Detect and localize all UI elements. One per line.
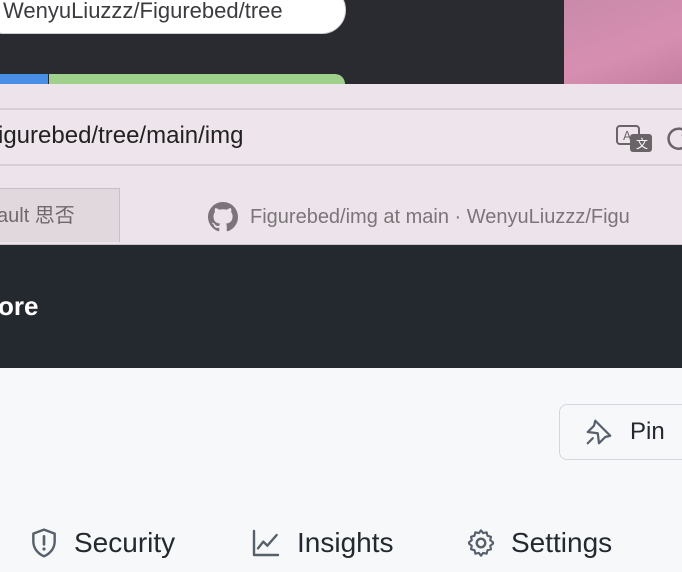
tab-insights-label: Insights [297, 527, 394, 558]
pin-icon [586, 419, 612, 445]
reload-icon[interactable] [664, 124, 682, 159]
tab-active-title: Figurebed/img at main · WenyuLiuzzz/Figu [250, 205, 630, 228]
tab-sifou[interactable]: ault 思否 [0, 188, 120, 242]
gear-icon [467, 529, 495, 557]
shield-icon [32, 528, 56, 558]
pin-label: Pin [630, 418, 665, 445]
tab-security-label: Security [74, 527, 176, 558]
tab-settings[interactable]: Settings [465, 520, 612, 566]
address-bar[interactable]: igurebed/tree/main/img A 文 [0, 108, 682, 166]
wallpaper-tile [564, 0, 682, 84]
svg-text:文: 文 [636, 136, 648, 151]
tab-active-github[interactable]: Figurebed/img at main · WenyuLiuzzz/Figu [208, 200, 630, 234]
background-url-text: WenyuLiuzzz/Figurebed/tree [3, 0, 283, 23]
background-bar-green [49, 74, 345, 84]
pin-button[interactable]: Pin [559, 404, 682, 460]
github-logo-icon [208, 202, 238, 232]
translate-icon[interactable]: A 文 [616, 124, 654, 159]
background-url-pill: WenyuLiuzzz/Figurebed/tree [0, 0, 346, 34]
tab-security[interactable]: Security [28, 520, 175, 566]
tab-settings-label: Settings [511, 527, 613, 558]
address-text[interactable]: igurebed/tree/main/img [0, 122, 243, 150]
graph-icon [252, 529, 280, 557]
browser-chrome: igurebed/tree/main/img A 文 ault 思否 Figur… [0, 84, 682, 245]
tab-sifou-label: ault 思否 [0, 205, 75, 227]
tab-insights[interactable]: Insights [249, 520, 394, 566]
github-header: ore [0, 245, 682, 368]
header-text[interactable]: ore [0, 291, 38, 322]
background-bar-blue [0, 74, 48, 84]
